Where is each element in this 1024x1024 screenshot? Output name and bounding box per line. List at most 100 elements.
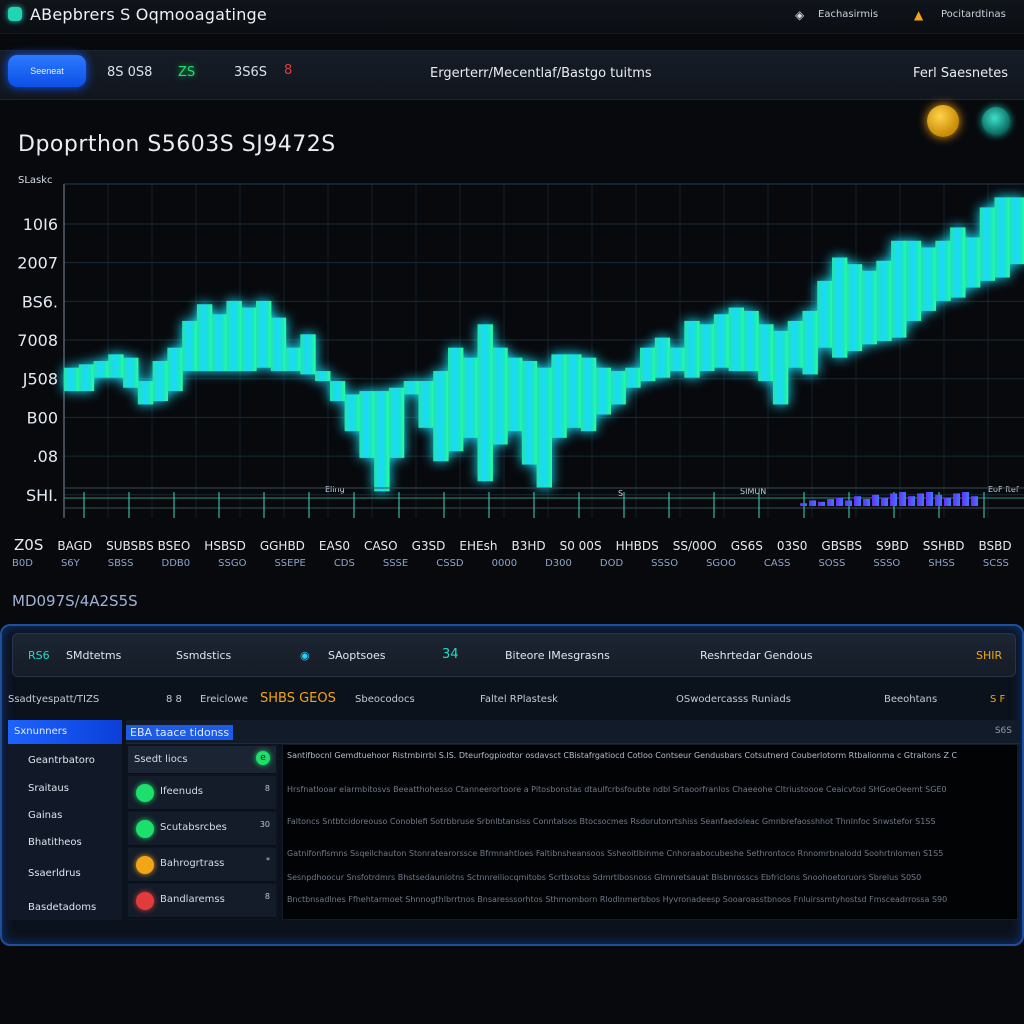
ticker-value: SSSO: [651, 558, 679, 569]
app-logo-icon: [8, 7, 22, 21]
diamond-icon[interactable]: ◈: [795, 8, 804, 22]
stats-right-label[interactable]: Ferl Saesnetes: [913, 66, 1008, 81]
ticker-symbol[interactable]: B3HD: [511, 539, 545, 553]
card-label: Ifeenuds: [160, 786, 204, 797]
sub-item-6[interactable]: Faltel RPlastesk: [480, 694, 558, 705]
card-label: Bahrogrtrass: [160, 858, 225, 869]
ticker-symbol[interactable]: G3SD: [412, 539, 446, 553]
price-bar: [891, 240, 907, 338]
filter-item-5[interactable]: 34: [442, 647, 459, 662]
ticker-symbol[interactable]: EAS0: [319, 539, 350, 553]
ticker-symbol[interactable]: EHEsh: [459, 539, 497, 553]
price-bar: [492, 347, 508, 445]
ticker-symbol[interactable]: S0 00S: [560, 539, 602, 553]
detail-line: Faltoncs Sntbtcidoreouso Conoblefi Sotrb…: [287, 817, 936, 826]
filter-item-6[interactable]: Biteore IMesgrasns: [505, 649, 610, 662]
top-link-2[interactable]: Pocitardtinas: [941, 9, 1006, 20]
sub-item-1[interactable]: Ssadtyespatt/TIZS: [8, 694, 99, 705]
sidebar-item-4[interactable]: Bhatitheos: [28, 837, 82, 848]
teal-coin-icon[interactable]: [982, 107, 1010, 135]
ticker-value: SSSO: [873, 558, 901, 569]
ticker-value: SBSS: [107, 558, 134, 569]
card-header-label: Ssedt liocs: [134, 754, 188, 765]
price-bar: [758, 324, 774, 382]
ticker-symbol[interactable]: Z0S: [14, 536, 43, 554]
stat-value-1: 8S 0S8: [107, 65, 153, 80]
ticker-symbol[interactable]: SUBSBS BSEO: [106, 539, 190, 553]
inline-chart-label: S: [618, 489, 623, 498]
wallet-icon[interactable]: ◉: [300, 649, 310, 662]
ticker-symbol[interactable]: SS/00O: [673, 539, 717, 553]
activity-bar: [800, 503, 807, 506]
sidebar-header[interactable]: Sxnunners: [8, 720, 122, 744]
ticker-symbol[interactable]: HHBDS: [616, 539, 659, 553]
sidebar-item-3[interactable]: Gainas: [28, 810, 62, 821]
price-bar: [920, 247, 936, 311]
activity-bar: [917, 493, 924, 506]
sidebar-item-1[interactable]: Geantrbatoro: [28, 755, 95, 766]
sub-item-8[interactable]: Beeohtans: [884, 694, 937, 705]
price-bar: [344, 394, 360, 432]
price-bar: [241, 307, 257, 372]
sidebar-item-5[interactable]: Ssaerldrus: [28, 868, 81, 879]
sub-item-7[interactable]: OSwodercasss Runiads: [676, 694, 791, 705]
sub-item-5[interactable]: Sbeocodocs: [355, 694, 415, 705]
ticker-row-2: B0D S6Y SBSS DDB0 SSGO SSEPE CDS SSSE CSSD 0000 D3…: [0, 558, 1024, 569]
sidebar-item-2[interactable]: Sraitaus: [28, 783, 69, 794]
sidebar-item-6[interactable]: Basdetadoms: [28, 902, 96, 913]
card-label: Bandlaremss: [160, 894, 225, 905]
price-bar: [256, 300, 272, 368]
ticker-value: CSSD: [436, 558, 464, 569]
ticker-symbol[interactable]: GBSBS: [821, 539, 862, 553]
filter-item-7[interactable]: Reshrtedar Gendous: [700, 649, 813, 662]
activity-bar: [899, 492, 906, 506]
ticker-symbol[interactable]: GS6S: [731, 539, 763, 553]
price-bar: [1009, 197, 1024, 265]
ticker-symbol[interactable]: SSHBD: [923, 539, 965, 553]
ticker-symbol[interactable]: CASO: [364, 539, 398, 553]
card-header[interactable]: Ssedt liocs e: [128, 746, 276, 774]
price-bar: [300, 334, 316, 375]
list-item[interactable]: Bandlaremss 8: [128, 884, 276, 918]
ticker-symbol[interactable]: BAGD: [57, 539, 92, 553]
y-tick-label: J508: [22, 370, 58, 389]
ticker-symbol[interactable]: HSBSD: [204, 539, 246, 553]
filter-item-1[interactable]: RS6: [28, 649, 50, 662]
price-bar: [728, 307, 744, 372]
detail-line: Bnctbnsadlnes Ffhehtarmoet Shnnogthlbrrt…: [287, 895, 948, 904]
detail-line: Gatnifonflsmns Ssqeilchauton Stonratearo…: [287, 849, 944, 858]
filter-item-4[interactable]: SAoptsoes: [328, 649, 386, 662]
activity-bar: [809, 500, 816, 506]
detail-line: Santifbocnl Gemdtuehoor Ristmbirrbl S.IS…: [287, 751, 958, 760]
primary-button[interactable]: Seeneat: [8, 55, 86, 87]
top-link-1[interactable]: Eachasirmis: [818, 9, 878, 20]
filter-item-8[interactable]: SHIR: [976, 649, 1002, 662]
list-item[interactable]: Ifeenuds 8: [128, 776, 276, 810]
ticker-value: DDB0: [161, 558, 191, 569]
price-bar: [787, 320, 804, 368]
coin-icon: [136, 856, 154, 874]
ticker-value: SSEPE: [274, 558, 306, 569]
filter-item-3[interactable]: Ssmdstics: [176, 649, 231, 662]
ticker-symbol[interactable]: GGHBD: [260, 539, 305, 553]
inline-chart-label: Eling: [325, 485, 345, 494]
list-item[interactable]: Bahrogrtrass *: [128, 848, 276, 882]
gold-coin-icon[interactable]: [927, 105, 959, 137]
activity-bar: [854, 496, 861, 506]
sub-item-3[interactable]: Ereiclowe: [200, 694, 248, 705]
ticker-value: B0D: [12, 558, 33, 569]
price-bar: [684, 320, 700, 378]
warning-icon[interactable]: ▲: [914, 8, 923, 22]
sub-item-2[interactable]: 8 8: [166, 694, 182, 705]
price-bar: [388, 387, 405, 458]
ticker-symbol[interactable]: 03S0: [777, 539, 808, 553]
ticker-symbol[interactable]: BSBD: [978, 539, 1011, 553]
ticker-symbol[interactable]: S9BD: [876, 539, 909, 553]
list-header-label[interactable]: EBA taace tidonss: [126, 725, 234, 740]
sub-item-9[interactable]: S F: [990, 694, 1005, 705]
ticker-value: DOD: [599, 558, 624, 569]
sub-item-4[interactable]: SHBS GEOS: [260, 691, 336, 706]
price-bar: [580, 357, 597, 432]
list-item[interactable]: Scutabsrcbes 30: [128, 812, 276, 846]
filter-item-2[interactable]: SMdtetms: [66, 649, 121, 662]
